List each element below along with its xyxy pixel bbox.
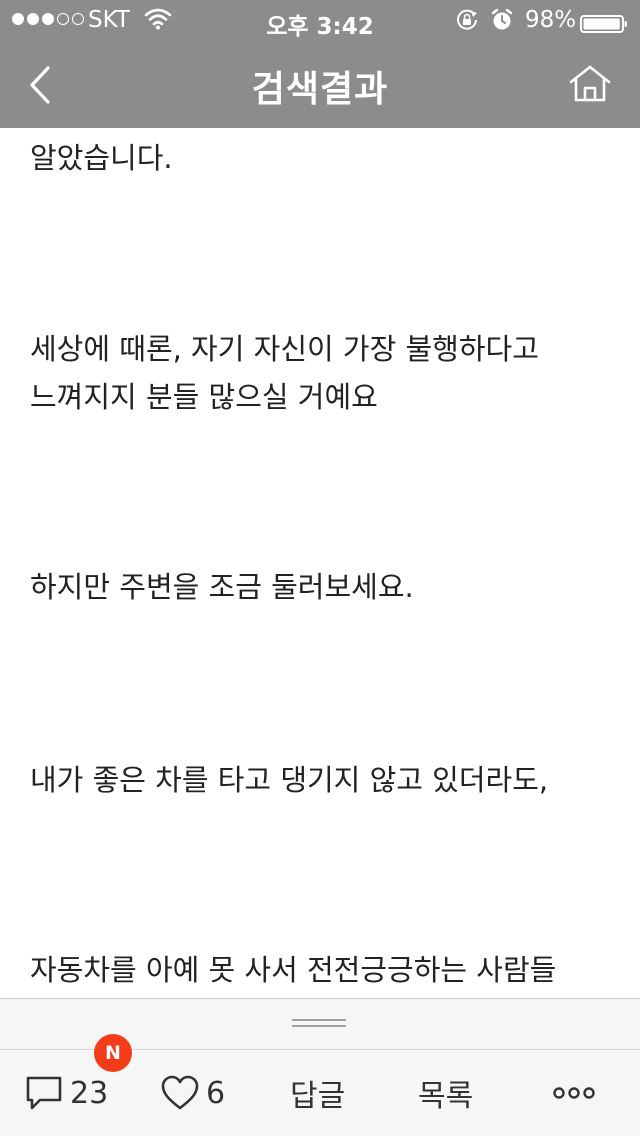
drag-handle[interactable] bbox=[292, 1017, 346, 1029]
list-button[interactable]: 목록 bbox=[418, 1050, 488, 1136]
paragraph: 느껴지지 분들 많으실 거예요 bbox=[30, 380, 378, 414]
chevron-left-icon bbox=[30, 66, 50, 104]
home-icon bbox=[569, 65, 611, 102]
like-count: 6 bbox=[206, 1075, 226, 1111]
bottom-toolbar: 23 6 답글 목록 bbox=[0, 998, 640, 1136]
page: SKT 오후 3:42 98% 검색결과 알았습니다. 세상에 때론, 자기 자… bbox=[0, 0, 640, 1136]
paragraph: 세상에 때론, 자기 자신이 가장 불행하다고 bbox=[30, 332, 539, 366]
battery-percent: 98% bbox=[525, 7, 577, 33]
status-bar: SKT 오후 3:42 98% bbox=[0, 0, 640, 40]
more-icon bbox=[553, 1087, 595, 1099]
more-button[interactable] bbox=[552, 1050, 602, 1136]
list-label: 목록 bbox=[418, 1079, 474, 1114]
alarm-icon bbox=[491, 8, 513, 32]
battery-icon bbox=[580, 11, 628, 33]
heart-icon bbox=[161, 1075, 199, 1110]
paragraph: 자동차를 아예 못 사서 전전긍긍하는 사람들 bbox=[30, 953, 557, 987]
comment-count: 23 bbox=[70, 1075, 109, 1111]
back-button[interactable] bbox=[14, 52, 74, 116]
reply-button[interactable]: 답글 bbox=[290, 1050, 360, 1136]
comment-icon bbox=[26, 1076, 62, 1110]
home-button[interactable] bbox=[560, 52, 624, 116]
nav-bar: 검색결과 bbox=[0, 40, 640, 128]
paragraph: 알았습니다. bbox=[30, 141, 173, 175]
lock-rotation-icon bbox=[456, 9, 478, 31]
new-badge: N bbox=[94, 1034, 132, 1072]
article-body[interactable]: 알았습니다. 세상에 때론, 자기 자신이 가장 불행하다고 느껴지지 분들 많… bbox=[0, 128, 640, 998]
like-button[interactable]: 6 bbox=[160, 1050, 250, 1136]
reply-label: 답글 bbox=[290, 1079, 346, 1114]
paragraph: 내가 좋은 차를 타고 댕기지 않고 있더라도, bbox=[30, 763, 549, 797]
paragraph: 하지만 주변을 조금 둘러보세요. bbox=[30, 570, 414, 604]
page-title: 검색결과 bbox=[251, 69, 389, 110]
header: SKT 오후 3:42 98% 검색결과 bbox=[0, 0, 640, 128]
